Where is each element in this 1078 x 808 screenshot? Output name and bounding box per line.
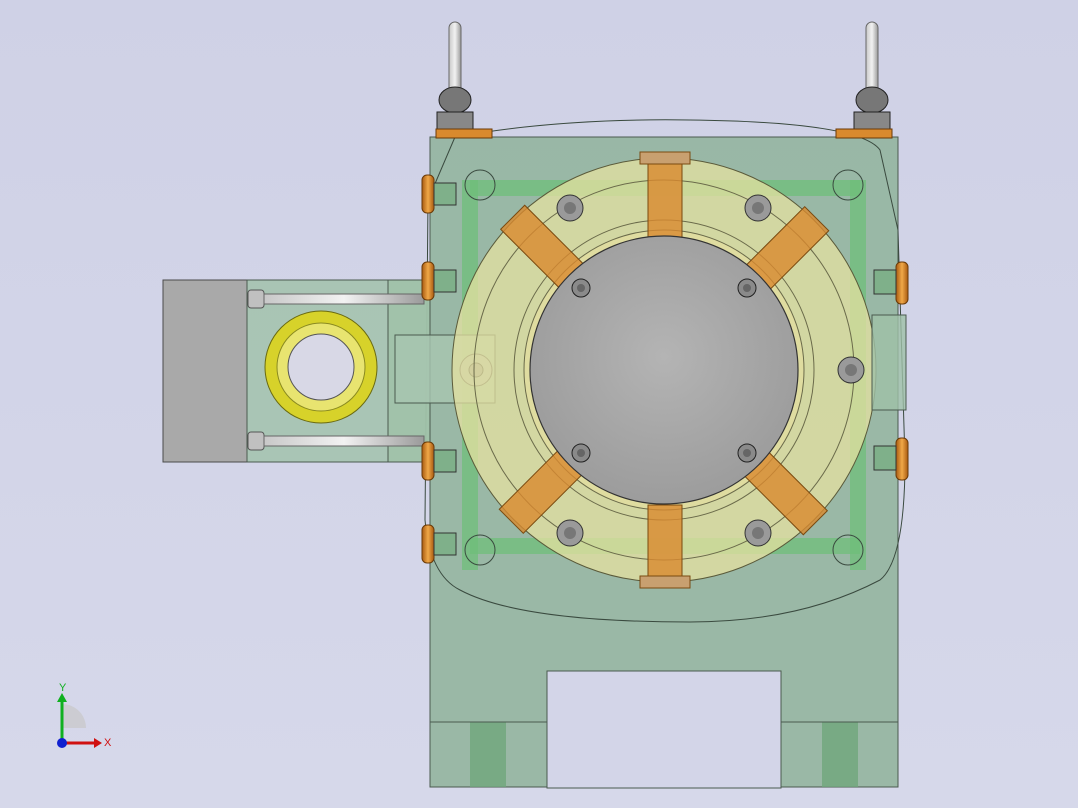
flange-bolt xyxy=(556,519,584,547)
flange-bolt xyxy=(556,194,584,222)
flange-bolt xyxy=(744,519,772,547)
flange-bolt xyxy=(744,194,772,222)
lifting-pin-left xyxy=(435,21,493,139)
graphics-viewport[interactable]: Y X xyxy=(0,0,1078,808)
coordinate-triad: Y X xyxy=(57,682,112,749)
center-disc xyxy=(529,235,799,505)
lifting-pin-right xyxy=(835,21,893,139)
z-axis-origin xyxy=(57,738,67,748)
cad-model-view[interactable] xyxy=(0,0,1078,808)
x-axis-label: X xyxy=(104,737,112,749)
y-axis-label: Y xyxy=(59,682,67,694)
flange-bolt xyxy=(837,356,865,384)
